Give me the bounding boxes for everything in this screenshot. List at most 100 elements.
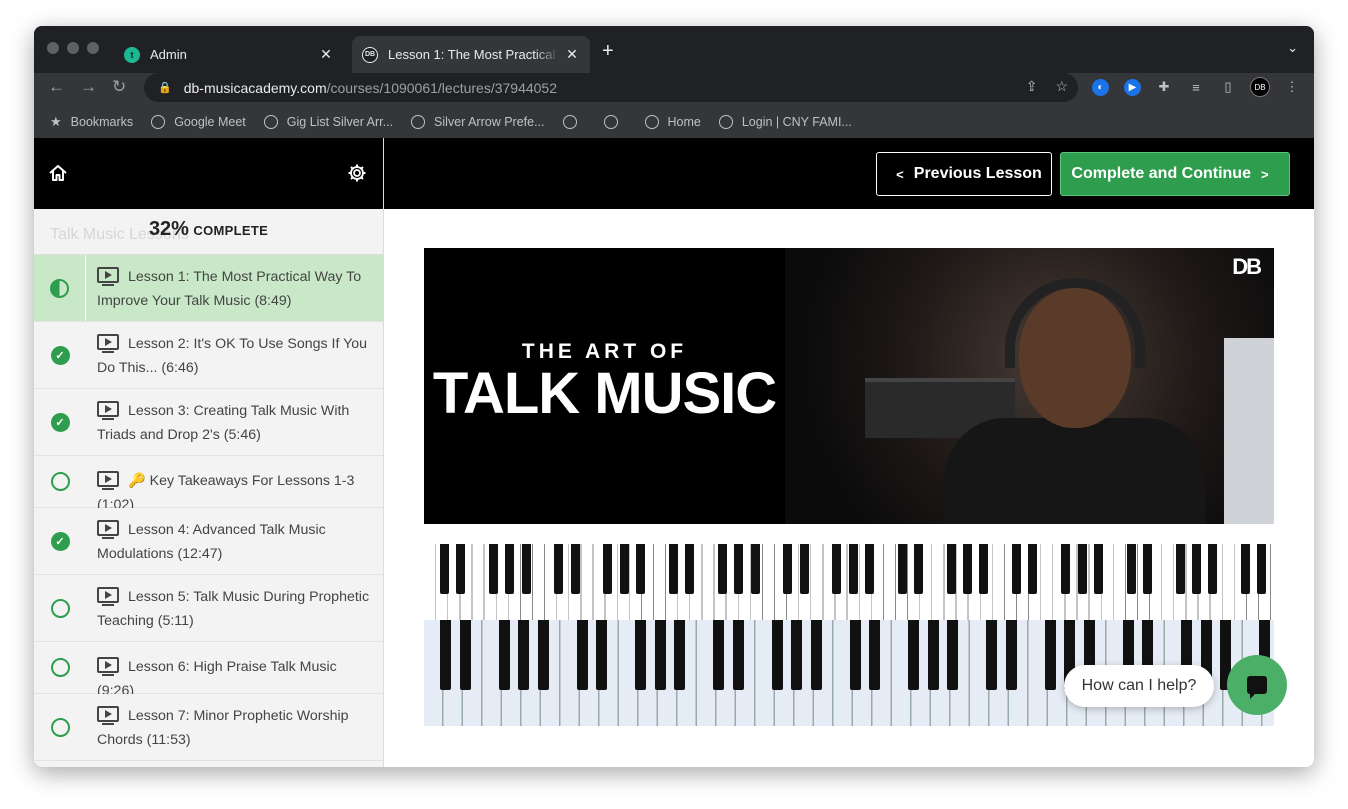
black-key (1012, 544, 1022, 594)
black-key (732, 620, 744, 690)
reload-icon[interactable]: ↻ (112, 77, 126, 97)
forward-icon[interactable]: → (80, 77, 97, 97)
lesson-item-1[interactable]: Lesson 1: The Most Practical Way To Impr… (34, 255, 383, 322)
share-icon[interactable]: ⇪ (1026, 78, 1038, 95)
black-key (750, 544, 760, 594)
kebab-menu-icon[interactable]: ⋮ (1282, 77, 1302, 97)
lesson-item-2[interactable]: ✓ Lesson 2: It's OK To Use Songs If You … (34, 322, 383, 389)
bookmark-gig-list[interactable]: Gig List Silver Arr... (263, 115, 394, 129)
bookmark-label: Gig List Silver Arr... (286, 115, 394, 129)
bookmark-home[interactable]: Home (644, 115, 701, 129)
black-key (927, 620, 939, 690)
lesson-title: Lesson 3: Creating Talk Music With Triad… (97, 403, 350, 443)
lesson-status: ✓ (34, 389, 86, 455)
black-key (1191, 544, 1201, 594)
side-panel-icon[interactable]: ▯ (1218, 77, 1238, 97)
globe-icon (151, 115, 166, 129)
black-key (619, 544, 629, 594)
extensions-puzzle-icon[interactable]: ✚ (1154, 77, 1174, 97)
back-icon[interactable]: ← (48, 77, 65, 97)
bookmark-all[interactable]: ★ Bookmarks (50, 114, 133, 130)
black-key (897, 544, 907, 594)
keyboard-panel-image (1224, 338, 1274, 524)
black-key (456, 544, 466, 594)
black-key (498, 620, 510, 690)
lesson-text: Lesson 7: Minor Prophetic Worship Chords… (86, 694, 383, 760)
checkmark-icon: ✓ (50, 412, 70, 432)
lesson-item-6[interactable]: Lesson 6: High Praise Talk Music (9:26) (34, 642, 383, 699)
tab-close-icon[interactable]: ✕ (314, 46, 338, 63)
black-key (914, 544, 923, 594)
tab-close-icon[interactable]: ✕ (560, 46, 584, 63)
profile-avatar[interactable]: DB (1250, 77, 1270, 97)
black-key (1044, 620, 1056, 690)
black-key (1208, 544, 1218, 594)
lesson-item-takeaways[interactable]: 🔑 Key Takeaways For Lessons 1-3 (1:02) (34, 456, 383, 513)
video-title-card: THE ART OF TALK MUSIC (424, 248, 785, 524)
lesson-title: Lesson 6: High Praise Talk Music (9:26) (97, 659, 337, 699)
reading-list-icon[interactable]: ≡ (1186, 77, 1206, 97)
globe-icon (644, 115, 659, 129)
chat-launcher-button[interactable] (1227, 655, 1287, 715)
gear-icon[interactable] (347, 163, 367, 183)
black-key (576, 620, 588, 690)
tab-title: Admin (150, 47, 187, 62)
black-key (810, 620, 822, 690)
globe-icon (603, 115, 618, 129)
previous-lesson-button[interactable]: < Previous Lesson (876, 152, 1052, 196)
bookmark-silver-arrow[interactable]: Silver Arrow Prefe... (411, 115, 545, 129)
bookmark-login[interactable]: Login | CNY FAMI... (718, 115, 852, 129)
tab-lesson[interactable]: DB Lesson 1: The Most Practical Way To I… (352, 36, 590, 73)
black-key (869, 620, 880, 690)
instructor-body-image (945, 418, 1205, 538)
black-key (439, 544, 449, 594)
black-key (488, 544, 498, 594)
minimize-window-icon[interactable] (67, 42, 79, 54)
lesson-item-5[interactable]: Lesson 5: Talk Music During Prophetic Te… (34, 575, 383, 642)
lesson-text: Lesson 4: Advanced Talk Music Modulation… (86, 508, 383, 574)
video-player[interactable]: THE ART OF TALK MUSIC DB (424, 248, 1274, 726)
bookmark-label: Google Meet (174, 115, 246, 129)
extension-play-icon[interactable]: ▶ (1124, 79, 1141, 96)
complete-and-continue-button[interactable]: Complete and Continue > (1060, 152, 1290, 196)
zoom-window-icon[interactable] (87, 42, 99, 54)
lesson-status (34, 255, 86, 321)
lesson-title: Lesson 5: Talk Music During Prophetic Te… (97, 589, 370, 629)
lesson-item-7[interactable]: Lesson 7: Minor Prophetic Worship Chords… (34, 694, 383, 761)
black-key (946, 544, 956, 594)
black-key (1061, 544, 1071, 594)
black-key (783, 544, 793, 594)
home-icon[interactable] (48, 163, 68, 183)
bookmark-unnamed-1[interactable] (562, 115, 586, 129)
new-tab-icon[interactable]: + (602, 40, 614, 63)
bookmark-star-icon[interactable]: ☆ (1055, 78, 1068, 95)
black-key (1241, 544, 1250, 594)
address-bar[interactable]: 🔒 db-musicacademy.com/courses/1090061/le… (144, 73, 1078, 102)
lesson-list: Lesson 1: The Most Practical Way To Impr… (34, 255, 383, 761)
close-window-icon[interactable] (47, 42, 59, 54)
lesson-item-4[interactable]: ✓ Lesson 4: Advanced Talk Music Modulati… (34, 508, 383, 575)
black-key (1142, 544, 1152, 594)
lesson-text: Lesson 3: Creating Talk Music With Triad… (86, 389, 383, 455)
black-key (1028, 544, 1038, 594)
bookmark-unnamed-2[interactable] (603, 115, 627, 129)
bookmarks-bar: ★ Bookmarks Google Meet Gig List Silver A… (34, 106, 1314, 138)
chat-icon (1247, 676, 1267, 699)
complete-and-continue-label: Complete and Continue (1071, 165, 1251, 182)
chat-prompt[interactable]: How can I help? (1064, 665, 1214, 707)
tab-admin[interactable]: t Admin ✕ (114, 36, 344, 73)
tab-favicon-icon: DB (362, 46, 378, 63)
extension-blue-icon[interactable]: ◐ (1092, 79, 1109, 96)
lesson-title: Lesson 4: Advanced Talk Music Modulation… (97, 522, 326, 562)
black-key (668, 544, 678, 594)
lecture-main: < Previous Lesson Complete and Continue > … (384, 138, 1314, 767)
lesson-text: Lesson 2: It's OK To Use Songs If You Do… (86, 322, 383, 388)
black-key (596, 620, 607, 690)
chevron-right-icon: > (1260, 166, 1269, 182)
tab-search-chevron-icon[interactable]: ⌄ (1287, 40, 1298, 56)
lock-icon[interactable]: 🔒 (158, 81, 172, 94)
black-key (963, 544, 973, 594)
bookmark-label: Silver Arrow Prefe... (434, 115, 545, 129)
lesson-item-3[interactable]: ✓ Lesson 3: Creating Talk Music With Tri… (34, 389, 383, 456)
bookmark-google-meet[interactable]: Google Meet (151, 115, 246, 129)
